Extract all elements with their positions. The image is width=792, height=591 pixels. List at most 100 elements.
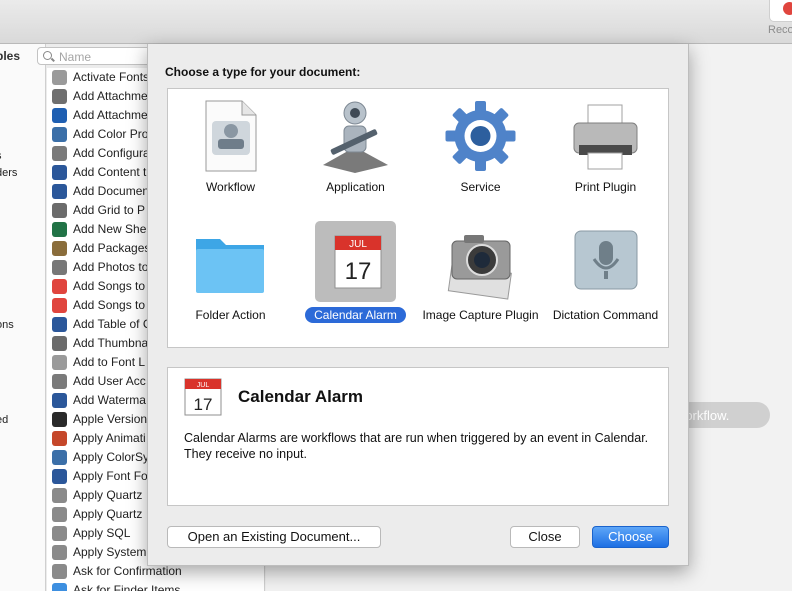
terminal-icon (52, 412, 67, 427)
tools-icon (52, 526, 67, 541)
automator-icon (52, 564, 67, 579)
action-item-label: Apply Animati (73, 431, 146, 445)
document-type-grid: Workflow Application Service Print Plugi… (167, 88, 669, 348)
action-item-label: Apply SQL (73, 526, 131, 540)
microphone-icon (565, 221, 646, 302)
search-icon (43, 51, 52, 60)
excel-icon (52, 222, 67, 237)
action-item-label: Add Configura (73, 146, 150, 160)
type-workflow-label: Workflow (205, 180, 256, 194)
type-workflow[interactable]: Workflow (168, 89, 293, 217)
word-icon (52, 393, 67, 408)
action-item-label: Apply Quartz (73, 507, 143, 521)
itunes-icon (52, 279, 67, 294)
type-application[interactable]: Application (293, 89, 418, 217)
tools-icon (52, 488, 67, 503)
action-item-label: Add Documen (73, 184, 150, 198)
tools-icon (52, 507, 67, 522)
action-item-label: Add Songs to (73, 298, 146, 312)
sheet-prompt: Choose a type for your document: (165, 65, 361, 79)
record-label: Reco (768, 24, 792, 36)
action-item[interactable]: Ask for Finder Items (47, 581, 264, 591)
action-item-label: Add New She (73, 222, 147, 236)
library-heading: bles (0, 49, 21, 63)
word-icon (52, 184, 67, 199)
type-folder-action[interactable]: Folder Action (168, 221, 293, 349)
search-placeholder: Name (59, 50, 92, 64)
action-item-label: Activate Fonts (73, 70, 150, 84)
record-button[interactable] (769, 0, 792, 22)
library-row[interactable]: s (0, 150, 2, 162)
action-item-label: Add Grid to P (73, 203, 146, 217)
type-dictation-command-label: Dictation Command (552, 308, 659, 322)
library-pane: bles s ders ons ed (0, 44, 46, 591)
choose-button[interactable]: Choose (592, 526, 669, 548)
type-dictation-command[interactable]: Dictation Command (543, 221, 668, 349)
package-icon (52, 241, 67, 256)
action-item-label: Add Thumbna (73, 336, 149, 350)
action-item-label: Add Packages (73, 241, 151, 255)
itunes-icon (52, 298, 67, 313)
finder-icon (52, 583, 67, 591)
action-item-label: Add Content t (73, 165, 147, 179)
calendar-icon: JUL 17 (315, 221, 396, 302)
type-image-capture-plugin[interactable]: Image Capture Plugin (418, 221, 543, 349)
colorsync-icon (52, 127, 67, 142)
printer-icon (565, 95, 646, 176)
action-item-label: Apply Font Fo (73, 469, 148, 483)
action-item-label: Add Photos to (73, 260, 149, 274)
photos-icon (52, 260, 67, 275)
library-row[interactable]: ders (0, 167, 17, 179)
automator-robot-icon (315, 95, 396, 176)
type-image-capture-plugin-label: Image Capture Plugin (422, 308, 539, 322)
calendar-month: JUL (349, 239, 367, 250)
word-icon (52, 165, 67, 180)
outlook-icon (52, 108, 67, 123)
open-existing-document-button[interactable]: Open an Existing Document... (167, 526, 381, 548)
type-description-panel: JUL 17 Calendar Alarm Calendar Alarms ar… (167, 367, 669, 506)
action-item-label: Add Table of C (73, 317, 152, 331)
colorsync-icon (52, 450, 67, 465)
action-item-label: Add User Acc (73, 374, 146, 388)
close-button[interactable]: Close (510, 526, 580, 548)
type-folder-action-label: Folder Action (195, 308, 266, 322)
type-service-label: Service (460, 180, 501, 194)
workflow-document-icon (190, 95, 271, 176)
title-bar (0, 0, 792, 44)
action-item-label: Ask for Confirmation (73, 564, 182, 578)
gear-icon (440, 95, 521, 176)
calendar-day: 17 (345, 258, 372, 285)
library-row[interactable]: ed (0, 414, 8, 426)
word-icon (52, 469, 67, 484)
type-service[interactable]: Service (418, 89, 543, 217)
type-print-plugin[interactable]: Print Plugin (543, 89, 668, 217)
mail-icon (52, 89, 67, 104)
action-item-label: Add Waterma (73, 393, 146, 407)
calendar-icon: JUL 17 (180, 374, 226, 420)
preview-icon (52, 336, 67, 351)
tools-icon (52, 545, 67, 560)
folder-icon (190, 221, 271, 302)
action-item-label: Add Color Pro (73, 127, 149, 141)
action-item-label: Apple Version (73, 412, 148, 426)
action-item-label: Apply Quartz (73, 488, 143, 502)
search-field[interactable]: Name (37, 47, 152, 65)
type-application-label: Application (326, 180, 385, 194)
type-calendar-alarm[interactable]: JUL 17 Calendar Alarm (293, 221, 418, 349)
users-icon (52, 374, 67, 389)
action-item-label: Add Attachme (73, 108, 148, 122)
type-print-plugin-label: Print Plugin (574, 180, 637, 194)
camera-icon (440, 221, 521, 302)
description-text: Calendar Alarms are workflows that are r… (184, 431, 649, 461)
action-item-label: Apply System (73, 545, 147, 559)
configure-icon (52, 146, 67, 161)
record-icon (783, 2, 792, 15)
library-row[interactable]: ons (0, 319, 14, 331)
type-calendar-alarm-label: Calendar Alarm (293, 307, 418, 323)
document-type-sheet: Choose a type for your document: Workflo… (147, 44, 689, 566)
calendar-month: JUL (197, 382, 210, 389)
description-title: Calendar Alarm (238, 387, 364, 406)
action-item-label: Add Attachme (73, 89, 148, 103)
font-book-icon (52, 70, 67, 85)
preview-icon (52, 203, 67, 218)
